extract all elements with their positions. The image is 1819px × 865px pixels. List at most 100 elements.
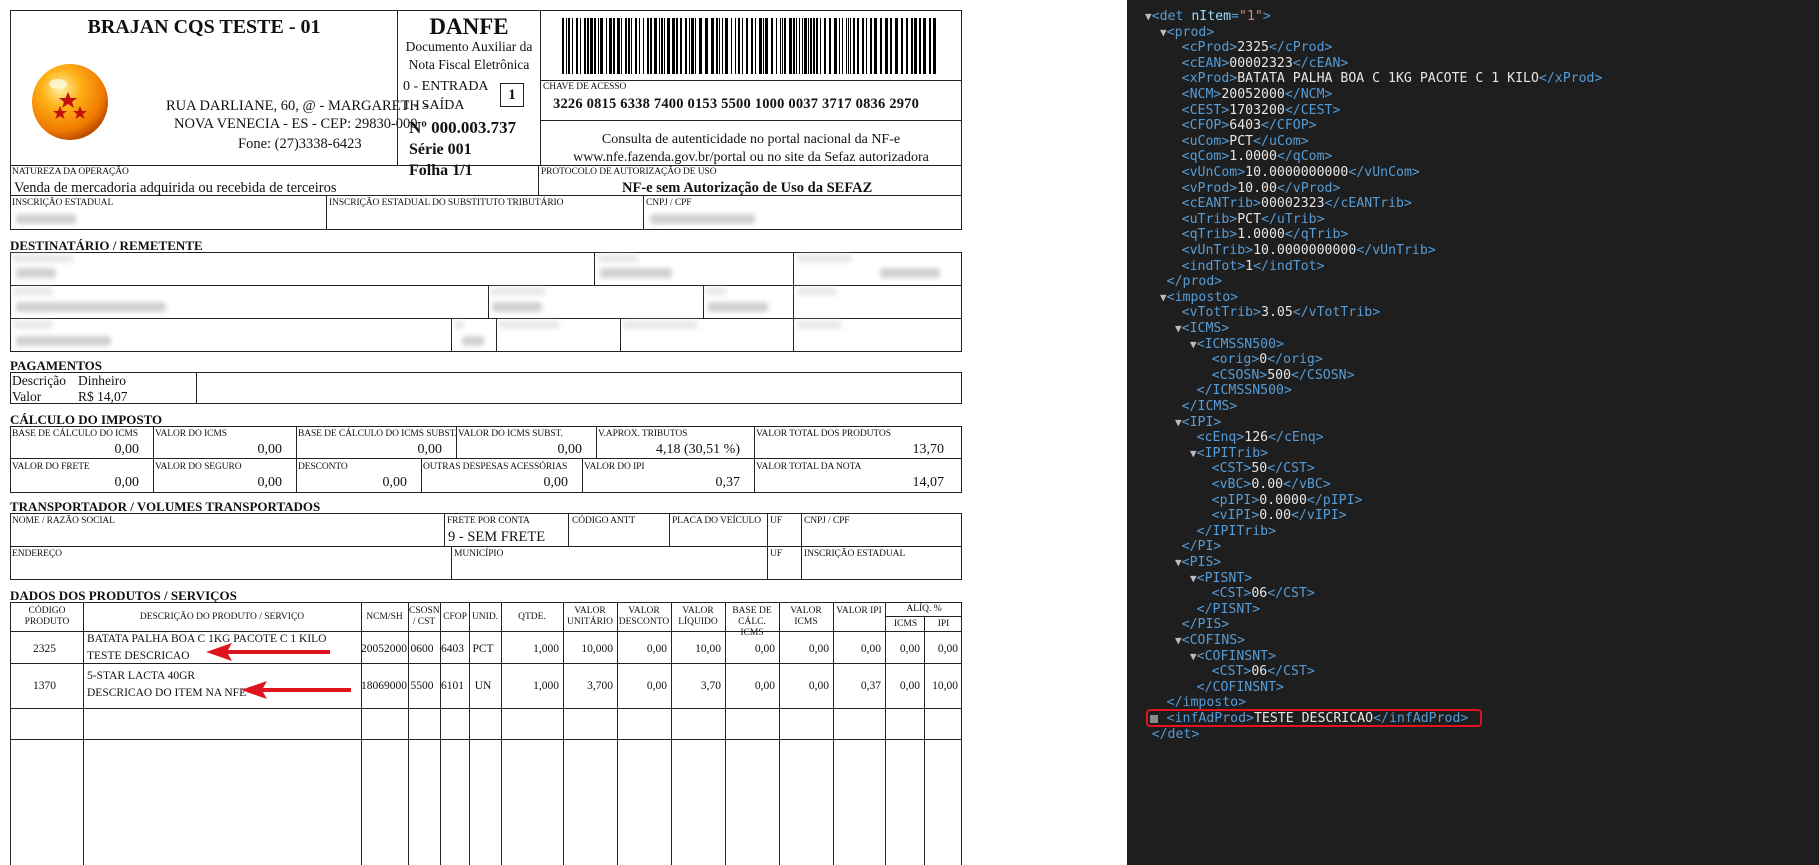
th-aipi: IPI [937, 619, 950, 629]
calc-label: VALOR DO ICMS SUBST. [458, 429, 563, 439]
collapse-triangle-icon: ▼ [1175, 415, 1182, 429]
barcode-bar [853, 18, 855, 74]
th-vliq: VALOR LÍQUIDO [678, 606, 718, 627]
barcode-bar [722, 18, 723, 74]
calc-value: 13,70 [912, 442, 945, 457]
cell-codigo: 1370 [33, 680, 56, 692]
transp-uf-label: UF [770, 516, 782, 526]
emitente-endereco-1: RUA DARLIANE, 60, @ - MARGARETH - [166, 98, 429, 114]
barcode [562, 18, 936, 74]
barcode-bar [813, 18, 815, 74]
barcode-bar [834, 18, 837, 74]
calc-value: 0,00 [114, 442, 140, 457]
calc-label: DESCONTO [298, 462, 348, 472]
calc-label: VALOR DO SEGURO [155, 462, 242, 472]
barcode-bar [664, 18, 665, 74]
pag-valor-value: R$ 14,07 [78, 389, 128, 404]
transp-municipio-label: MUNICÍPIO [454, 549, 504, 559]
barcode-bar [628, 18, 630, 74]
cell-desc1: 5-STAR LACTA 40GR [87, 670, 196, 682]
barcode-bar [857, 18, 859, 74]
cell-aipi: 10,00 [932, 680, 958, 692]
barcode-bar [685, 18, 687, 74]
barcode-bar [763, 18, 764, 74]
th-cfop: CFOP [443, 612, 467, 622]
barcode-bar [771, 18, 773, 74]
cell-csosn: 5500 [410, 680, 434, 692]
cnpj-value-redacted [650, 214, 755, 224]
th-aicms: ICMS [893, 619, 918, 629]
collapse-triangle-icon: ▼ [1190, 571, 1197, 585]
cell-cfop: 6403 [441, 643, 464, 655]
pagamentos-box [10, 372, 962, 404]
barcode-bar [621, 18, 622, 74]
danfe-sub-1: Documento Auxiliar da [405, 39, 533, 54]
barcode-bar [689, 18, 690, 74]
cell-vipi: 0,37 [860, 680, 881, 692]
th-csosn: CSOSN / CST [409, 606, 440, 627]
transp-cnpj-label: CNPJ / CPF [804, 516, 850, 526]
transp-uf2-label: UF [770, 549, 782, 559]
barcode-bar [705, 18, 708, 74]
cell-qtde: 1,000 [533, 680, 559, 692]
barcode-bar [808, 18, 809, 74]
danfe-tipo-box: 1 [500, 83, 524, 107]
cell-ncm: 20052000 [361, 643, 407, 655]
dragon-ball-logo [30, 62, 110, 142]
th-vipi: VALOR IPI [836, 606, 882, 616]
cell-unid: UN [474, 680, 492, 692]
transp-antt-label: CÓDIGO ANTT [572, 516, 636, 526]
barcode-bar [929, 18, 931, 74]
barcode-bar [667, 18, 670, 74]
cell-vicms: 0,00 [808, 680, 829, 692]
barcode-bar [862, 18, 864, 74]
cell-ncm: 18069000 [361, 680, 407, 692]
cell-unid: PCT [472, 643, 494, 655]
barcode-bar [919, 18, 921, 74]
transp-frete-label: FRETE POR CONTA [447, 516, 530, 526]
danfe-numero: Nº 000.003.737 [409, 118, 517, 137]
barcode-bar [746, 18, 748, 74]
xml-line-highlighted: ▼<infAdProd>TESTE DESCRICAO</infAdProd> [1146, 709, 1483, 728]
cell-aicms: 0,00 [899, 643, 920, 655]
cell-codigo: 2325 [33, 643, 56, 655]
barcode-bar [799, 18, 800, 74]
barcode-bar [617, 18, 620, 74]
danfe-serie: Série 001 [409, 141, 472, 158]
barcode-bar [735, 18, 736, 74]
calc-value: 0,00 [257, 442, 283, 457]
barcode-bar [850, 18, 851, 74]
calc-label: VALOR DO IPI [584, 462, 645, 472]
barcode-bar [719, 18, 720, 74]
barcode-bar [738, 18, 740, 74]
calc-value: 0,00 [543, 475, 569, 490]
th-ncm: NCM/SH [366, 612, 403, 622]
barcode-bar [711, 18, 714, 74]
cell-qtde: 1,000 [533, 643, 559, 655]
barcode-bar [566, 18, 567, 74]
calc-value: 0,00 [417, 442, 443, 457]
barcode-bar [895, 18, 898, 74]
collapse-triangle-icon: ▼ [1175, 322, 1182, 335]
th-bcicms: BASE DE CÁLC. ICMS [732, 606, 772, 638]
danfe-saida: 1 - SAÍDA [403, 98, 465, 113]
calc-label: BASE DE CÁLCULO DO ICMS SUBST. [298, 429, 457, 439]
chave-label: CHAVE DE ACESSO [543, 82, 627, 92]
cell-vicms: 0,00 [808, 643, 829, 655]
barcode-bar [842, 18, 843, 74]
emitente-endereco-2: NOVA VENECIA - ES - CEP: 29830-000 [174, 116, 418, 132]
calc-label: V.APROX. TRIBUTOS [598, 429, 688, 439]
barcode-bar [901, 18, 903, 74]
barcode-bar [659, 18, 660, 74]
collapse-triangle-icon: ▼ [1145, 10, 1152, 23]
pag-descricao-label: Descrição [12, 373, 66, 388]
th-codigo: CÓDIGO PRODUTO [24, 606, 70, 627]
barcode-bar [751, 18, 753, 74]
barcode-bar [923, 18, 926, 74]
cell-desc2: DESCRICAO DO ITEM NA NFE [87, 687, 247, 699]
transp-placa-label: PLACA DO VEÍCULO [672, 516, 762, 526]
barcode-bar [590, 18, 593, 74]
barcode-bar [880, 18, 882, 74]
calc-label: VALOR TOTAL DOS PRODUTOS [756, 429, 891, 439]
barcode-bar [885, 18, 888, 74]
